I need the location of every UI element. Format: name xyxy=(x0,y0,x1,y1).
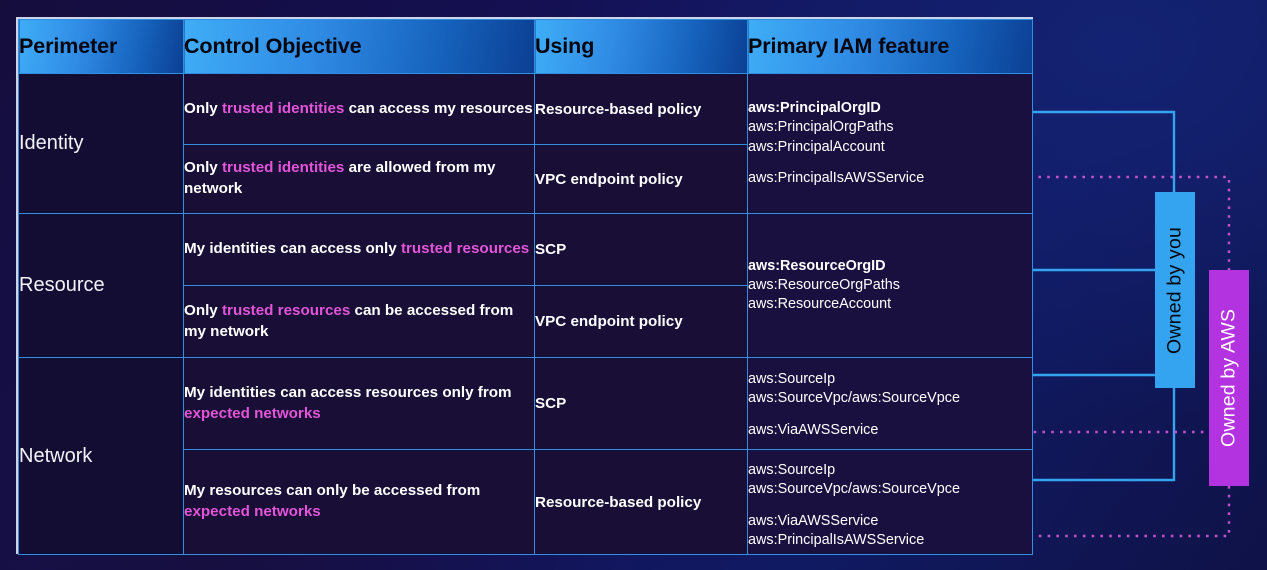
iam-features-network-1: aws:SourceIp aws:SourceVpc/aws:SourceVpc… xyxy=(747,357,1033,450)
objective-identity-1: Only trusted identities can access my re… xyxy=(183,73,535,145)
column-header-control-objective: Control Objective xyxy=(183,19,535,74)
using-resource-2: VPC endpoint policy xyxy=(534,285,748,358)
using-network-2: Resource-based policy xyxy=(534,449,748,555)
objective-text-part: Only xyxy=(184,99,222,117)
iam-feature-item: aws:SourceVpc/aws:SourceVpce xyxy=(748,481,960,498)
objective-highlight-part: expected networks xyxy=(184,404,321,422)
diagram-canvas: Perimeter Control Objective Using Primar… xyxy=(0,0,1267,570)
objective-highlight-part: expected networks xyxy=(184,503,321,520)
objective-resource-1: My identities can access only trusted re… xyxy=(183,213,535,286)
objective-text-part: My resources can only be accessed from xyxy=(184,482,481,500)
objective-text-part: can access my resources xyxy=(344,99,533,117)
iam-feature-item: aws:PrincipalAccount xyxy=(748,138,885,155)
iam-feature-item: aws:PrincipalIsAWSService xyxy=(748,169,925,186)
header-row: Perimeter Control Objective Using Primar… xyxy=(18,19,1033,74)
objective-network-2: My resources can only be accessed from e… xyxy=(183,449,535,555)
using-identity-2: VPC endpoint policy xyxy=(534,144,748,214)
perimeter-label-resource: Resource xyxy=(18,213,184,358)
iam-feature-item: aws:PrincipalOrgID xyxy=(748,99,881,116)
using-network-1: SCP xyxy=(534,357,748,450)
perimeter-label-network: Network xyxy=(18,357,184,555)
perimeter-table-container: Perimeter Control Objective Using Primar… xyxy=(16,17,1033,555)
objective-text-part: My identities can access only xyxy=(184,240,401,258)
iam-features-network-2: aws:SourceIp aws:SourceVpc/aws:SourceVpc… xyxy=(747,449,1033,555)
objective-text-part: Only xyxy=(184,301,222,319)
iam-feature-item: aws:ResourceAccount xyxy=(748,296,892,313)
column-header-perimeter: Perimeter xyxy=(18,19,184,74)
column-header-primary-iam-feature: Primary IAM feature xyxy=(747,19,1033,74)
iam-feature-item: aws:ResourceOrgPaths xyxy=(748,276,900,293)
objective-highlight-part: trusted identities xyxy=(221,99,345,117)
table-header: Perimeter Control Objective Using Primar… xyxy=(18,19,1033,74)
iam-feature-item: aws:PrincipalOrgPaths xyxy=(748,119,894,136)
owned-by-aws-label: Owned by AWS xyxy=(1209,270,1249,486)
objective-text-part: Only xyxy=(184,159,222,177)
objective-highlight-part: trusted identities xyxy=(221,159,345,177)
iam-feature-item: aws:PrincipalIsAWSService xyxy=(748,531,925,548)
column-header-using: Using xyxy=(534,19,748,74)
iam-feature-item: aws:ViaAWSService xyxy=(748,421,879,438)
perimeter-table: Perimeter Control Objective Using Primar… xyxy=(18,19,1033,555)
iam-features-resource: aws:ResourceOrgID aws:ResourceOrgPaths a… xyxy=(747,213,1033,358)
owned-by-you-label: Owned by you xyxy=(1155,192,1195,388)
iam-feature-item: aws:SourceIp xyxy=(748,371,836,387)
iam-feature-item: aws:SourceIp xyxy=(748,462,836,478)
perimeter-label-identity: Identity xyxy=(18,73,184,214)
objective-network-1: My identities can access resources only … xyxy=(183,357,535,450)
using-resource-1: SCP xyxy=(534,213,748,286)
objective-resource-2: Only trusted resources can be accessed f… xyxy=(183,285,535,358)
objective-highlight-part: trusted resources xyxy=(221,301,351,319)
table-row: Resource My identities can access only t… xyxy=(18,213,1033,358)
table-row: Network My identities can access resourc… xyxy=(18,357,1033,555)
objective-identity-2: Only trusted identities are allowed from… xyxy=(183,144,535,214)
using-identity-1: Resource-based policy xyxy=(534,73,748,145)
wire-network-scp-to-you xyxy=(1020,190,1176,377)
iam-feature-item: aws:SourceVpc/aws:SourceVpce xyxy=(748,390,960,407)
objective-text-part: My identities can access resources only … xyxy=(184,383,512,401)
iam-features-identity: aws:PrincipalOrgID aws:PrincipalOrgPaths… xyxy=(747,73,1033,214)
iam-feature-item: aws:ResourceOrgID xyxy=(748,257,886,274)
iam-feature-item: aws:ViaAWSService xyxy=(748,512,879,529)
objective-highlight-part: trusted resources xyxy=(400,240,530,258)
table-row: Identity Only trusted identities can acc… xyxy=(18,73,1033,214)
table-body: Identity Only trusted identities can acc… xyxy=(18,73,1033,555)
